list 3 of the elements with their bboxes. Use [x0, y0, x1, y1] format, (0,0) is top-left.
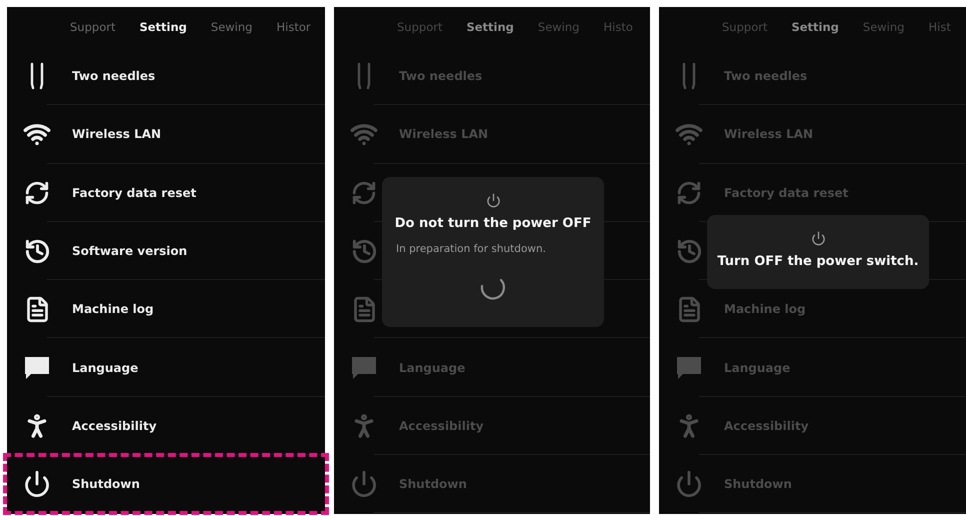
- dialog-title: Do not turn the power OFF: [394, 216, 592, 231]
- dialog-title: Turn OFF the power switch.: [717, 254, 919, 269]
- dialog-message: In preparation for shutdown.: [396, 243, 546, 255]
